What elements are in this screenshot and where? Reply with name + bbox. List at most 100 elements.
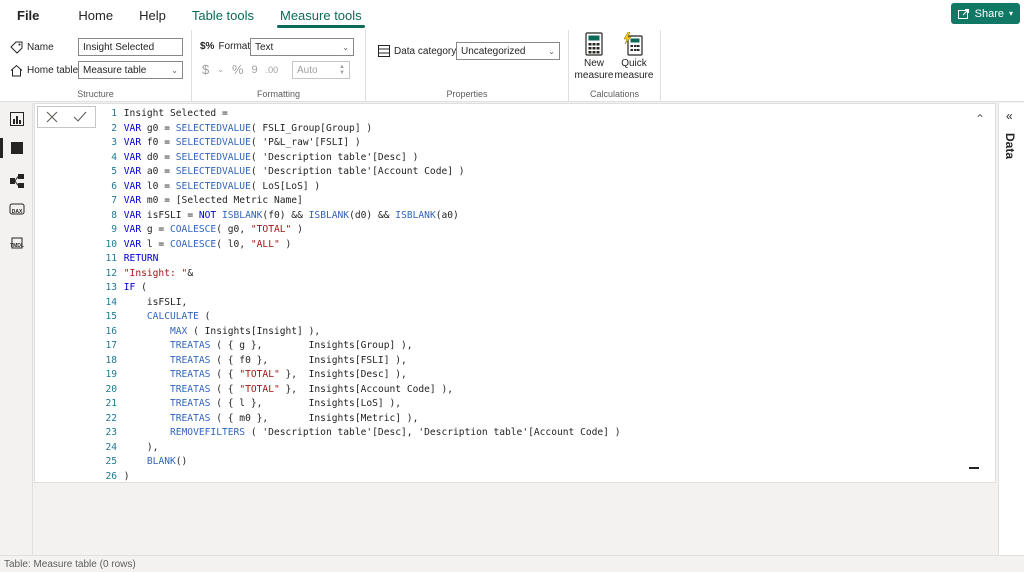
line-number: 23: [105, 427, 117, 438]
code-text: TREATAS ( { f0 }, Insights[FSLI] ),: [169, 354, 407, 366]
code-line[interactable]: 14 isFSLI,: [99, 296, 967, 311]
code-text: VAR a0 = SELECTEDVALUE( 'Description tab…: [123, 166, 465, 177]
code-text: RETURN: [123, 253, 159, 264]
home-table-value: Measure table: [83, 64, 147, 76]
home-icon: [10, 64, 23, 77]
code-line[interactable]: 19 TREATAS ( { "TOTAL" }, Insights[Desc]…: [99, 368, 967, 383]
tab-file[interactable]: File: [0, 0, 65, 30]
code-line[interactable]: 21 TREATAS ( { l }, Insights[LoS] ),: [99, 397, 967, 412]
code-line[interactable]: 1 Insight Selected =: [99, 107, 967, 122]
line-number: 20: [105, 383, 117, 395]
code-line[interactable]: 20 TREATAS ( { "TOTAL" }, Insights[Accou…: [99, 383, 967, 398]
line-number: 12: [105, 267, 117, 279]
new-measure-label-line2: measure: [574, 70, 614, 81]
code-line[interactable]: 10 VAR l = COALESCE( l0, "ALL" ): [99, 238, 967, 253]
code-line[interactable]: 23 REMOVEFILTERS ( 'Description table'[D…: [99, 426, 967, 441]
properties-group-label: Properties: [446, 89, 488, 99]
code-line[interactable]: 6 VAR l0 = SELECTEDVALUE( LoS[LoS] ): [99, 180, 967, 195]
comma-style-icon[interactable]: 9: [252, 64, 258, 76]
line-number: 3: [111, 137, 117, 148]
collapse-editor-icon[interactable]: ⌃: [975, 112, 985, 126]
code-line[interactable]: 22 TREATAS ( { m0 }, Insights[Metric] ),: [99, 412, 967, 427]
tab-help[interactable]: Help: [126, 0, 179, 30]
format-value: Text: [255, 41, 274, 53]
line-number: 22: [105, 412, 117, 424]
status-text: Table: Measure table (0 rows): [4, 558, 136, 570]
code-text: TREATAS ( { "TOTAL" }, Insights[Desc] ),: [169, 369, 407, 380]
quick-measure-icon: [623, 32, 643, 56]
tab-home[interactable]: Home: [65, 0, 126, 30]
quick-measure-button[interactable]: Quick measure: [614, 32, 654, 82]
name-label: Name: [27, 42, 54, 53]
code-line[interactable]: 11 RETURN: [99, 252, 967, 267]
line-number: 25: [105, 456, 117, 467]
table-view-icon[interactable]: [9, 140, 25, 156]
code-line[interactable]: 16 MAX ( Insights[Insight] ),: [99, 325, 967, 340]
code-text: TREATAS ( { "TOTAL" }, Insights[Account …: [169, 383, 454, 395]
chevron-down-icon: ⌄: [342, 42, 349, 52]
percent-icon[interactable]: %: [232, 62, 244, 77]
model-view-icon[interactable]: [9, 173, 25, 189]
currency-icon[interactable]: $: [202, 62, 209, 77]
code-line[interactable]: 7 VAR m0 = [Selected Metric Name]: [99, 194, 967, 209]
cancel-icon[interactable]: [46, 111, 58, 123]
format-select[interactable]: Text ⌄: [250, 38, 354, 56]
quick-measure-label-line2: measure: [614, 70, 654, 81]
code-line[interactable]: 25 BLANK(): [99, 455, 967, 470]
dax-formula-editor[interactable]: 1 Insight Selected = 2 VAR g0 = SELECTEDV…: [34, 103, 996, 483]
line-number: 21: [105, 398, 117, 409]
code-line[interactable]: 12 "Insight: "&: [99, 267, 967, 282]
line-number: 7: [111, 195, 117, 206]
data-category-select[interactable]: Uncategorized ⌄: [456, 42, 560, 60]
code-text: MAX ( Insights[Insight] ),: [169, 325, 321, 337]
code-line[interactable]: 9 VAR g = COALESCE( g0, "TOTAL" ): [99, 223, 967, 238]
tab-table-tools[interactable]: Table tools: [179, 0, 267, 30]
ribbon-group-calculations: New measure Quick measure Calculations: [569, 30, 661, 102]
tab-measure-tools[interactable]: Measure tools: [267, 0, 375, 30]
dax-query-view[interactable]: DAX: [7, 203, 27, 215]
name-input[interactable]: Insight Selected: [78, 38, 183, 56]
code-text: VAR l0 = SELECTEDVALUE( LoS[LoS] ): [123, 180, 321, 192]
report-view-icon[interactable]: [9, 111, 25, 127]
code-line[interactable]: 5 VAR a0 = SELECTEDVALUE( 'Description t…: [99, 165, 967, 180]
home-table-select[interactable]: Measure table ⌄: [78, 61, 183, 79]
data-pane-label[interactable]: Data: [1003, 133, 1017, 159]
decimal-places-stepper[interactable]: Auto ▲ ▼: [292, 61, 350, 79]
code-line[interactable]: 8 VAR isFSLI = NOT ISBLANK(f0) && ISBLAN…: [99, 209, 967, 224]
line-number: 15: [105, 311, 117, 322]
decimals-icon[interactable]: .00: [266, 65, 279, 75]
minimize-icon[interactable]: [969, 467, 979, 469]
code-text: "Insight: "&: [123, 267, 194, 279]
code-line[interactable]: 4 VAR d0 = SELECTEDVALUE( 'Description t…: [99, 151, 967, 166]
chevron-down-icon: ⌄: [548, 46, 555, 56]
code-text: TREATAS ( { l }, Insights[LoS] ),: [169, 398, 402, 409]
commit-check-icon[interactable]: [73, 111, 87, 123]
name-input-value: Insight Selected: [83, 41, 155, 53]
code-line[interactable]: 2 VAR g0 = SELECTEDVALUE( FSLI_Group[Gro…: [99, 122, 967, 137]
data-category-value: Uncategorized: [461, 45, 526, 57]
double-chevron-left-icon[interactable]: «: [1006, 109, 1013, 123]
code-area[interactable]: 1 Insight Selected = 2 VAR g0 = SELECTEDV…: [99, 107, 967, 484]
code-text: TREATAS ( { m0 }, Insights[Metric] ),: [169, 412, 419, 424]
new-measure-button[interactable]: New measure: [574, 32, 614, 82]
code-text: ): [118, 470, 130, 482]
share-button[interactable]: Share ▾: [950, 3, 1020, 24]
code-line[interactable]: 24 ),: [99, 441, 967, 456]
code-line[interactable]: 3 VAR f0 = SELECTEDVALUE( 'P&L_raw'[FSLI…: [99, 136, 967, 151]
tmdl-view[interactable]: TMDL: [6, 237, 28, 249]
new-measure-label-line1: New: [583, 58, 604, 69]
code-text: IF (: [123, 282, 147, 293]
code-line[interactable]: 26 ): [99, 470, 967, 485]
menu-bar: File Home Help Table tools Measure tools…: [0, 0, 1024, 30]
code-text: VAR isFSLI = NOT ISBLANK(f0) && ISBLANK(…: [123, 209, 459, 221]
code-line[interactable]: 15 CALCULATE (: [99, 310, 967, 325]
code-line[interactable]: 13 IF (: [99, 281, 967, 296]
code-line[interactable]: 18 TREATAS ( { f0 }, Insights[FSLI] ),: [99, 354, 967, 369]
data-category-label: Data category: [394, 45, 457, 57]
code-line[interactable]: 17 TREATAS ( { g }, Insights[Group] ),: [99, 339, 967, 354]
quick-measure-label-line1: Quick: [621, 58, 647, 69]
line-number: 10: [105, 238, 117, 250]
code-text: VAR m0 = [Selected Metric Name]: [123, 195, 303, 206]
format-icon: $%: [200, 41, 215, 52]
data-pane-collapsed[interactable]: « Data: [998, 103, 1024, 555]
